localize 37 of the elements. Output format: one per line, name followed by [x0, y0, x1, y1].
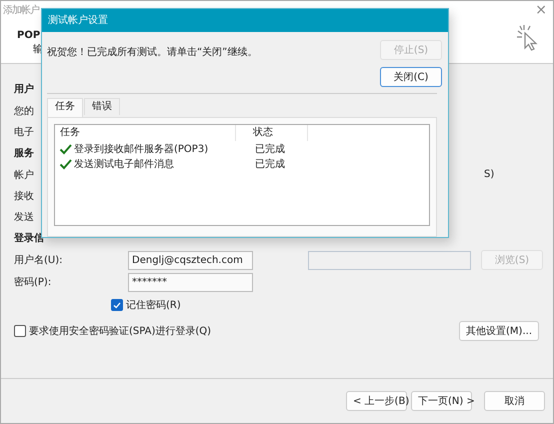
input-field[interactable]: ******* [128, 272, 253, 292]
input-field[interactable] [308, 250, 471, 270]
more-settings-button[interactable]: 其他设置(M)... [459, 321, 539, 341]
field-label: 帐户 [14, 168, 34, 182]
field-label: S) [484, 169, 494, 180]
section-heading: 服务 [14, 146, 34, 160]
window-title: 添加帐户 [3, 4, 40, 17]
field-label: 密码(P): [14, 276, 52, 289]
field-label: 接收 [14, 190, 34, 202]
close-button[interactable]: × [533, 3, 549, 17]
footer-button[interactable]: 下一页(N) > [411, 391, 472, 411]
dialog-button[interactable]: 关闭(C) [380, 67, 442, 87]
tab[interactable]: 错误 [84, 98, 120, 115]
field-label: 用户名(U): [14, 254, 64, 267]
checkbox[interactable] [14, 325, 26, 337]
field-label: 电子 [14, 126, 34, 138]
field-label: 您的 [14, 104, 34, 118]
column-header[interactable]: 任务 [55, 125, 236, 141]
table-cell-text: 登录到接收邮件服务器(POP3) [74, 142, 208, 156]
table-cell-text: 已完成 [254, 158, 285, 170]
table-cell-text: 发送测试电子邮件消息 [74, 158, 174, 170]
section-heading: 用户 [14, 82, 34, 96]
checkbox-label: 要求使用安全密码验证(SPA)进行登录(Q) [29, 324, 212, 338]
dialog-title-bar: 测试帐户设置 [42, 9, 448, 32]
checkbox-label: 记住密码(R) [126, 298, 181, 312]
header-title: POP [17, 30, 42, 41]
check-icon [112, 300, 122, 310]
table-cell-text: 已完成 [254, 142, 285, 156]
column-header[interactable]: 状态 [236, 125, 308, 141]
cursor-icon [515, 23, 539, 51]
footer-button[interactable]: < 上一步(B) [346, 391, 407, 411]
footer-button[interactable]: 取消 [484, 391, 545, 411]
tab[interactable]: 任务 [47, 98, 83, 117]
checkbox[interactable] [111, 299, 123, 311]
message-text: 祝贺您！已完成所有测试。请单击“关闭”继续。 [47, 46, 258, 59]
field-label: 发送 [14, 210, 34, 224]
input-field[interactable]: Denglj@cqsztech.com [128, 250, 253, 270]
